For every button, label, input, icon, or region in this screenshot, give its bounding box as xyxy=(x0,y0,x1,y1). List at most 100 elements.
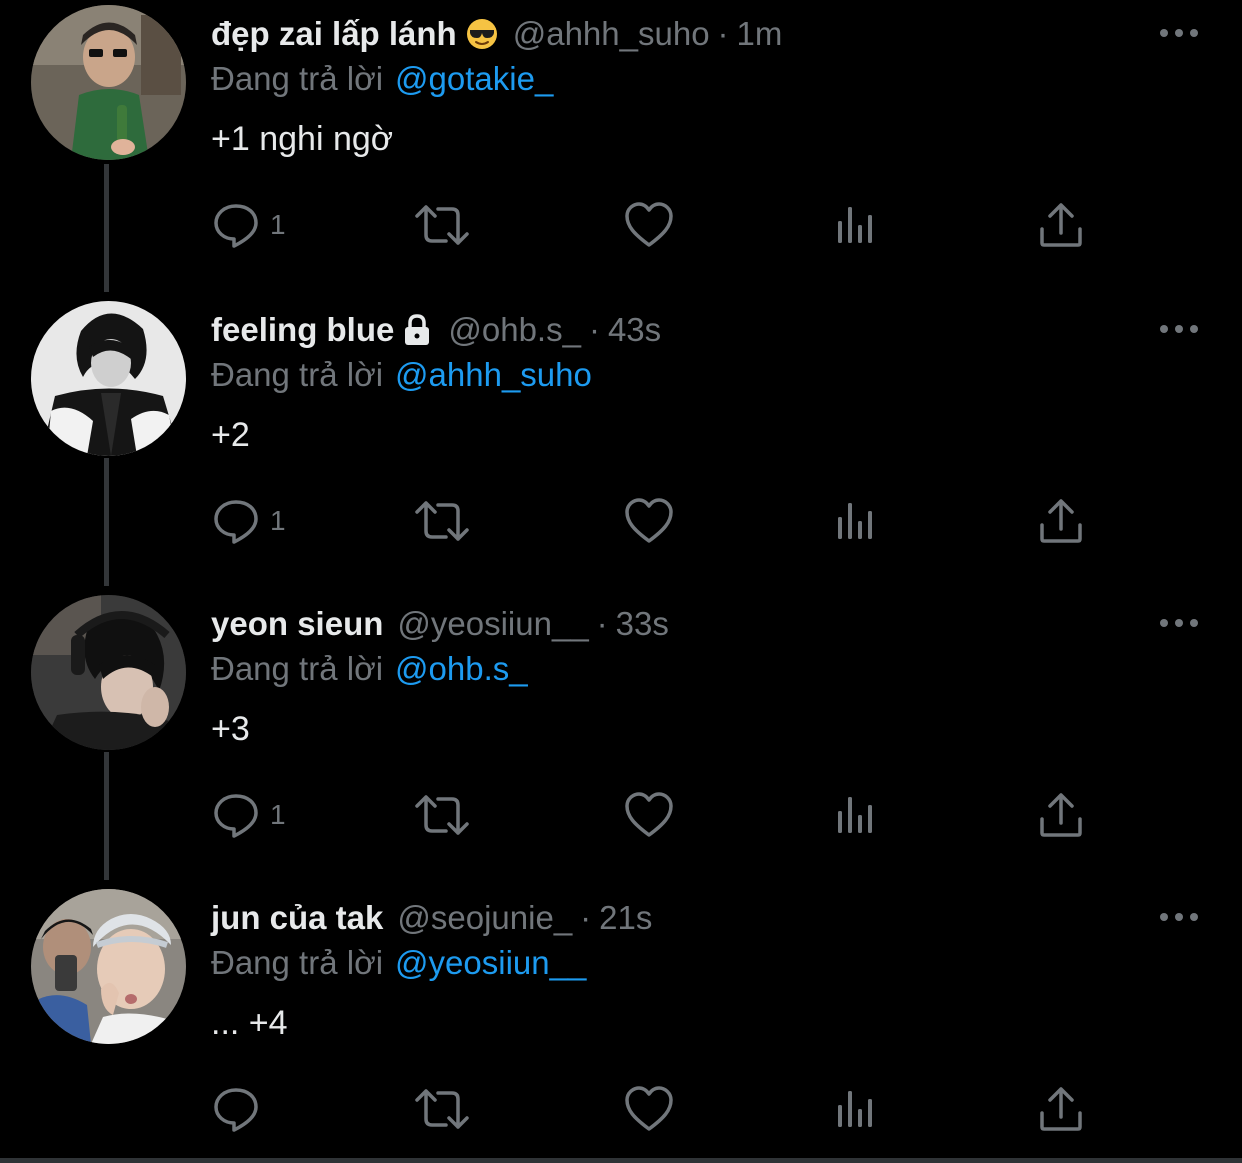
user-handle[interactable]: @ohb.s_ xyxy=(448,311,581,349)
tweet[interactable]: feeling blue @ohb.s_ · 43s Đang trả lời @… xyxy=(0,296,1242,590)
reply-button[interactable]: 1 xyxy=(212,785,286,845)
bar-chart-icon xyxy=(838,207,872,243)
separator-dot: · xyxy=(580,899,592,936)
replying-to: Đang trả lời @gotakie_ xyxy=(211,60,553,98)
avatar[interactable] xyxy=(31,5,186,160)
replying-to-label: Đang trả lời xyxy=(211,650,384,687)
timestamp[interactable]: 1m xyxy=(737,15,783,53)
more-options-button[interactable] xyxy=(1156,608,1202,638)
share-button[interactable] xyxy=(1036,785,1086,845)
share-button[interactable] xyxy=(1036,195,1086,255)
heart-icon xyxy=(625,202,673,247)
display-name[interactable]: jun của tak xyxy=(211,899,383,937)
views-button[interactable] xyxy=(832,195,880,255)
reply-button[interactable]: 1 xyxy=(212,491,286,551)
retweet-icon xyxy=(415,795,469,835)
bar-chart-icon xyxy=(838,1091,872,1127)
divider xyxy=(0,1158,1242,1163)
timestamp[interactable]: 21s xyxy=(599,899,652,937)
reply-count: 1 xyxy=(270,505,286,536)
like-button[interactable] xyxy=(624,785,674,845)
heart-icon xyxy=(625,792,673,837)
sunglasses-emoji-icon xyxy=(465,17,499,51)
tweet-text: +1 nghi ngờ xyxy=(211,120,394,158)
tweet-text: +2 xyxy=(211,416,250,454)
tweet-header: feeling blue @ohb.s_ · 43s xyxy=(211,308,661,352)
replying-to-mention[interactable]: @gotakie_ xyxy=(395,60,553,97)
more-options-button[interactable] xyxy=(1156,902,1202,932)
replying-to-mention[interactable]: @ohb.s_ xyxy=(395,650,528,687)
like-button[interactable] xyxy=(624,195,674,255)
reply-count: 1 xyxy=(270,209,286,240)
user-handle[interactable]: @ahhh_suho xyxy=(513,15,710,53)
reply-thread: đẹp zai lấp lánh @ahhh_suho · 1m Đang tr… xyxy=(0,0,1242,1163)
tweet-header: jun của tak @seojunie_ · 21s xyxy=(211,896,652,940)
replying-to-mention[interactable]: @yeosiiun__ xyxy=(395,944,586,981)
separator-dot: · xyxy=(588,311,600,348)
like-button[interactable] xyxy=(624,491,674,551)
retweet-button[interactable] xyxy=(414,491,470,551)
reply-icon xyxy=(214,500,258,544)
heart-icon xyxy=(625,1086,673,1131)
user-handle[interactable]: @yeosiiun__ xyxy=(397,605,588,643)
more-dots-icon xyxy=(1160,619,1198,627)
avatar[interactable] xyxy=(31,301,186,456)
reply-button[interactable]: 1 xyxy=(212,195,286,255)
separator-dot: · xyxy=(717,15,729,52)
heart-icon xyxy=(625,498,673,543)
timestamp[interactable]: 33s xyxy=(616,605,669,643)
more-dots-icon xyxy=(1160,29,1198,37)
share-button[interactable] xyxy=(1036,491,1086,551)
tweet-text: +3 xyxy=(211,710,250,748)
replying-to-label: Đang trả lời xyxy=(211,356,384,393)
like-button[interactable] xyxy=(624,1079,674,1139)
retweet-button[interactable] xyxy=(414,195,470,255)
tweet[interactable]: yeon sieun @yeosiiun__ · 33s Đang trả lờ… xyxy=(0,590,1242,884)
share-icon xyxy=(1040,499,1082,543)
more-dots-icon xyxy=(1160,325,1198,333)
avatar[interactable] xyxy=(31,595,186,750)
reply-button[interactable] xyxy=(212,1079,270,1139)
display-name[interactable]: feeling blue xyxy=(211,311,394,349)
tweet-actions: 1 xyxy=(0,491,1242,551)
tweet[interactable]: đẹp zai lấp lánh @ahhh_suho · 1m Đang tr… xyxy=(0,0,1242,294)
replying-to: Đang trả lời @yeosiiun__ xyxy=(211,944,586,982)
tweet-header: yeon sieun @yeosiiun__ · 33s xyxy=(211,602,669,646)
bar-chart-icon xyxy=(838,797,872,833)
share-icon xyxy=(1040,793,1082,837)
display-name[interactable]: đẹp zai lấp lánh xyxy=(211,15,457,53)
views-button[interactable] xyxy=(832,785,880,845)
more-options-button[interactable] xyxy=(1156,18,1202,48)
replying-to: Đang trả lời @ahhh_suho xyxy=(211,356,592,394)
tweet-header: đẹp zai lấp lánh @ahhh_suho · 1m xyxy=(211,12,782,56)
replying-to-label: Đang trả lời xyxy=(211,944,384,981)
timestamp[interactable]: 43s xyxy=(608,311,661,349)
retweet-icon xyxy=(415,501,469,541)
tweet-actions xyxy=(0,1079,1242,1139)
lock-icon xyxy=(400,313,434,347)
tweet[interactable]: jun của tak @seojunie_ · 21s Đang trả lờ… xyxy=(0,884,1242,1163)
tweet-text: ... +4 xyxy=(211,1004,288,1042)
views-button[interactable] xyxy=(832,1079,880,1139)
bar-chart-icon xyxy=(838,503,872,539)
tweet-actions: 1 xyxy=(0,195,1242,255)
retweet-button[interactable] xyxy=(414,1079,470,1139)
more-dots-icon xyxy=(1160,913,1198,921)
reply-icon xyxy=(214,204,258,248)
display-name[interactable]: yeon sieun xyxy=(211,605,383,643)
retweet-icon xyxy=(415,205,469,245)
reply-icon xyxy=(214,1088,258,1132)
views-button[interactable] xyxy=(832,491,880,551)
replying-to: Đang trả lời @ohb.s_ xyxy=(211,650,528,688)
tweet-actions: 1 xyxy=(0,785,1242,845)
share-button[interactable] xyxy=(1036,1079,1086,1139)
avatar[interactable] xyxy=(31,889,186,1044)
replying-to-label: Đang trả lời xyxy=(211,60,384,97)
user-handle[interactable]: @seojunie_ xyxy=(397,899,572,937)
reply-count: 1 xyxy=(270,799,286,830)
more-options-button[interactable] xyxy=(1156,314,1202,344)
reply-icon xyxy=(214,794,258,838)
separator-dot: · xyxy=(596,605,608,642)
replying-to-mention[interactable]: @ahhh_suho xyxy=(395,356,592,393)
retweet-button[interactable] xyxy=(414,785,470,845)
